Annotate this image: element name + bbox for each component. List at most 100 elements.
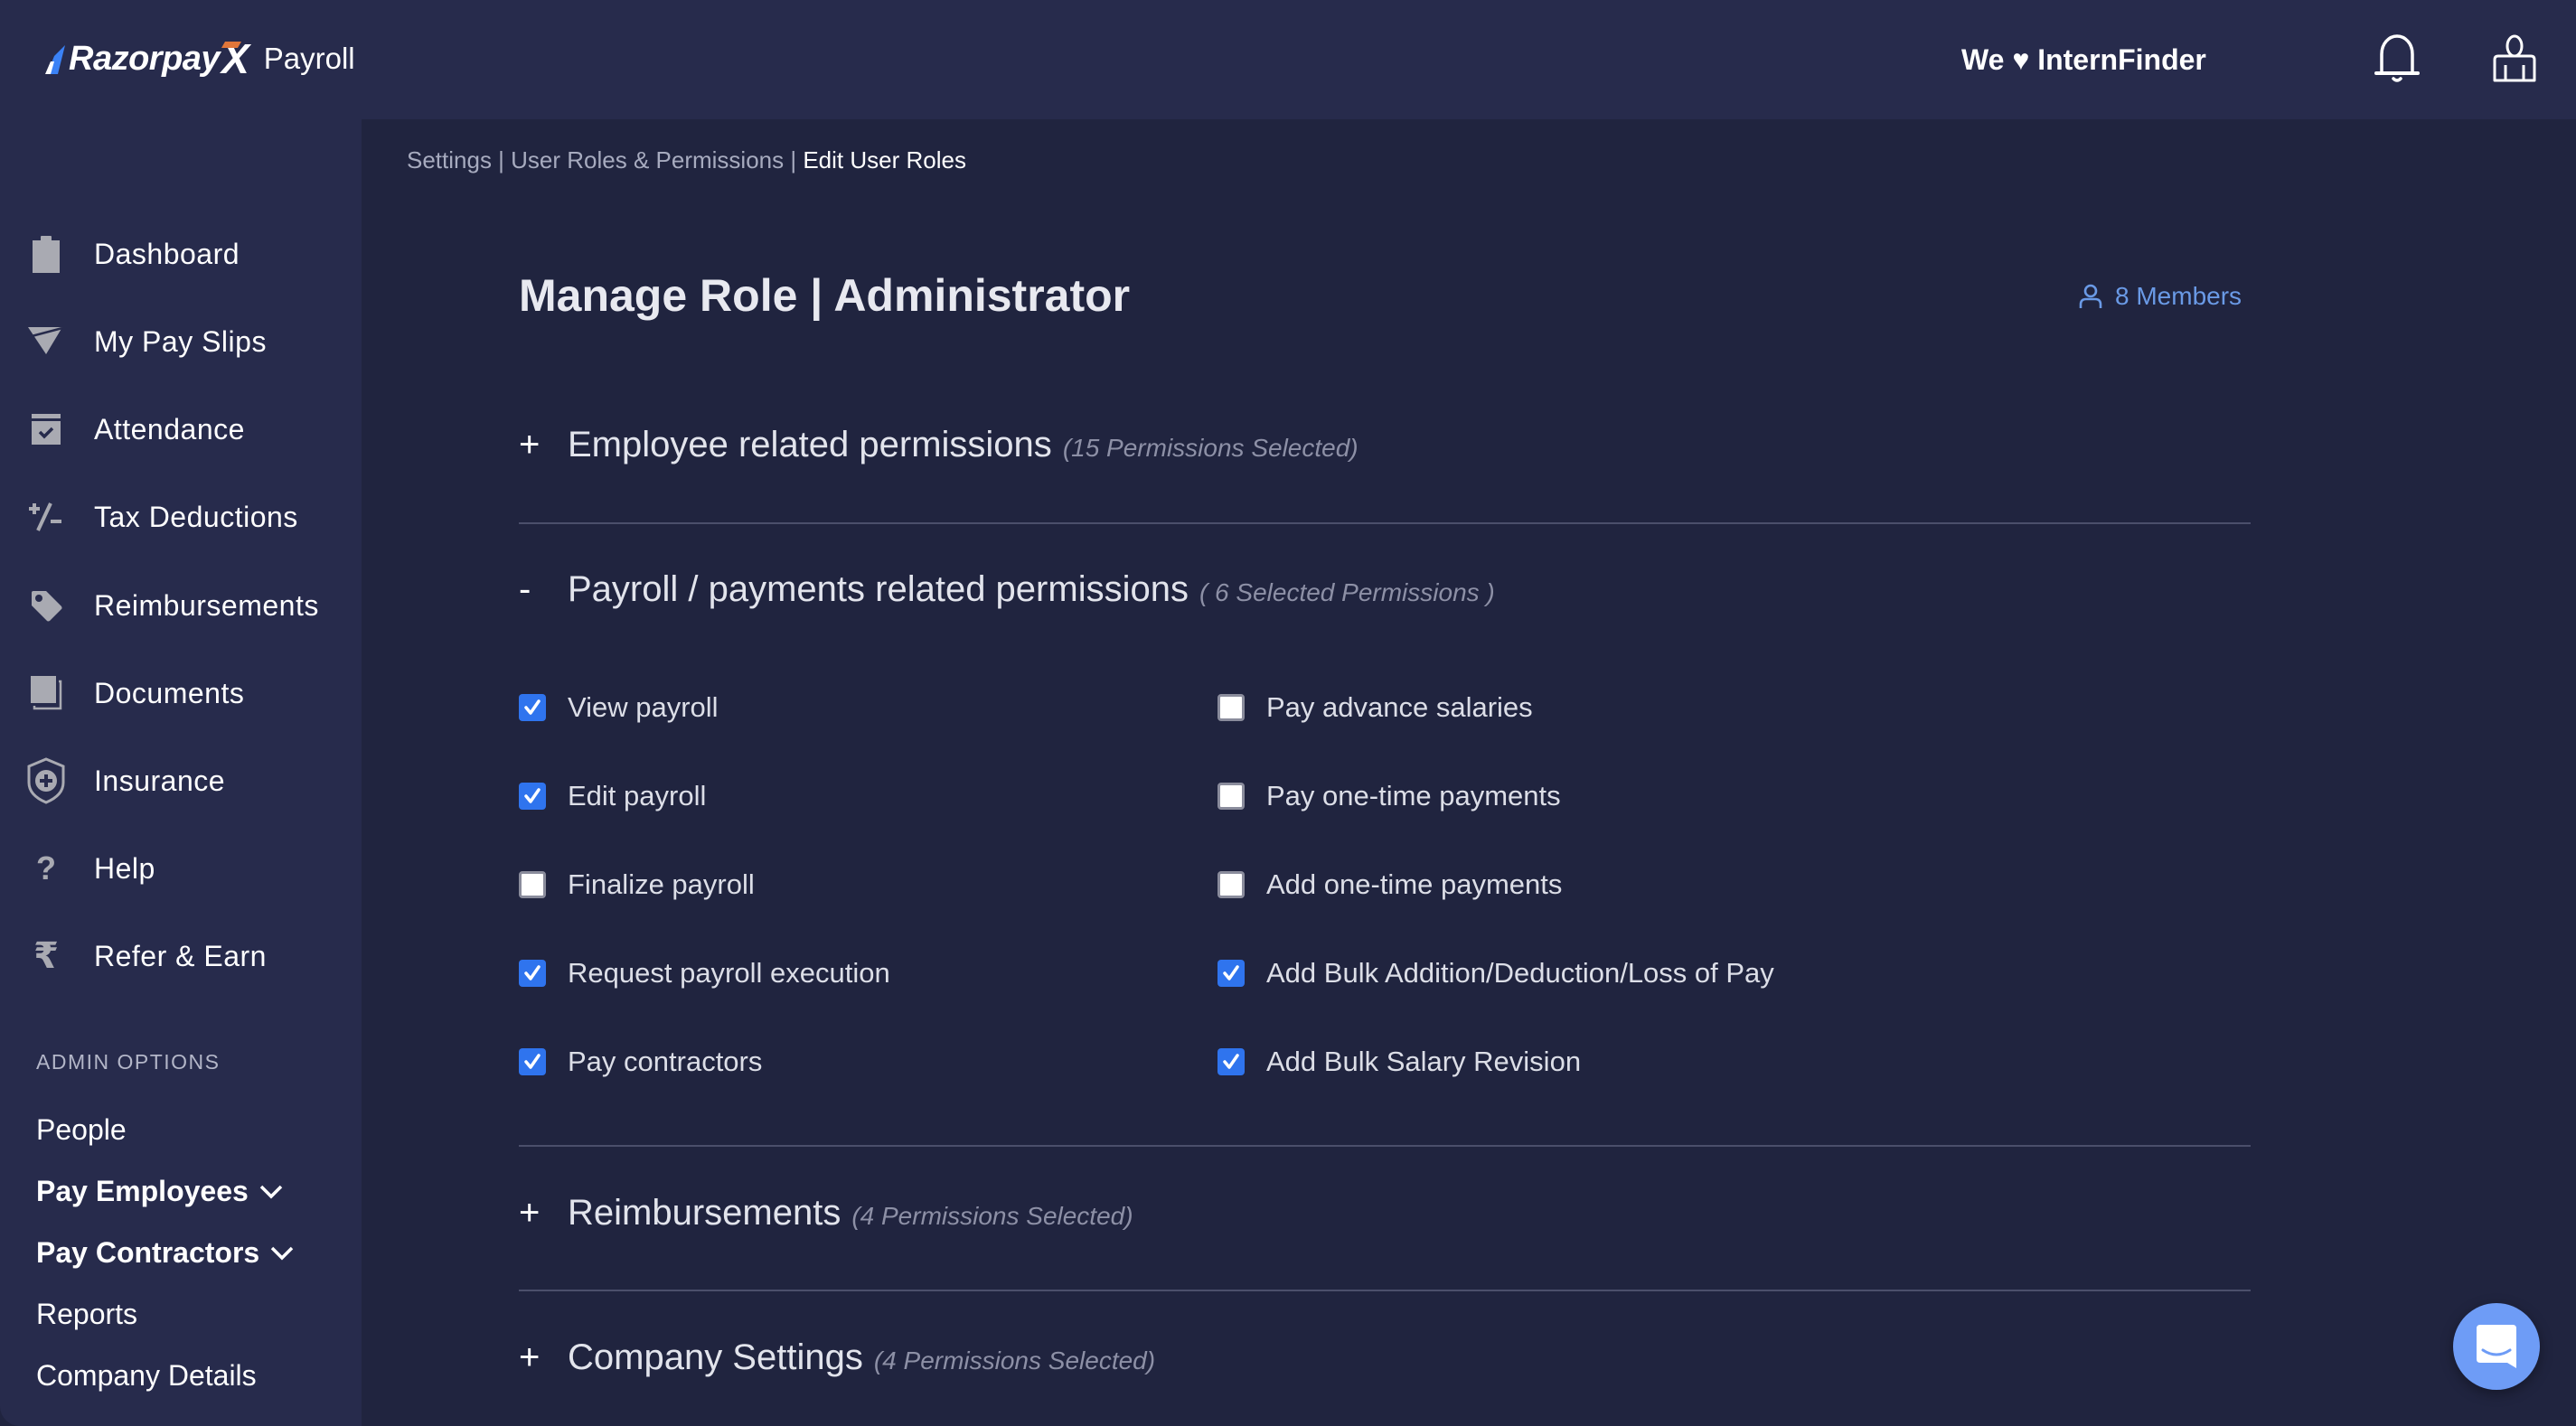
razorpayx-payroll-logo[interactable]: Razorpay X Payroll	[45, 35, 355, 82]
checkbox-checked[interactable]	[519, 783, 546, 810]
sidebar: Dashboard My Pay Slips Attendance Tax De…	[0, 119, 362, 1426]
breadcrumb: Settings | User Roles & Permissions | Ed…	[407, 146, 966, 174]
divider	[519, 1145, 2251, 1147]
chat-icon	[2477, 1325, 2516, 1368]
sidebar-label: Refer & Earn	[94, 939, 267, 972]
divider	[519, 1290, 2251, 1291]
section-title: Employee related permissions	[568, 425, 1052, 464]
breadcrumb-current: Edit User Roles	[803, 146, 966, 174]
section-count: (15 Permissions Selected)	[1062, 434, 1359, 462]
checkmark-icon	[524, 1054, 541, 1069]
admin-item-label: Pay Contractors	[36, 1236, 260, 1269]
permission-label: Add one-time payments	[1266, 868, 1563, 900]
permission-label: Pay one-time payments	[1266, 780, 1561, 812]
permission-item[interactable]: Add one-time payments	[1217, 862, 1562, 907]
sidebar-label: Dashboard	[94, 237, 240, 270]
brand-name: Razorpay	[69, 39, 221, 78]
sidebar-item-attendance[interactable]: Attendance	[0, 398, 362, 461]
members-link[interactable]: 8 Members	[2079, 282, 2242, 311]
section-payroll-permissions[interactable]: - Payroll / payments related permissions…	[519, 569, 2251, 610]
checkbox-unchecked[interactable]	[519, 871, 546, 898]
checkbox-checked[interactable]	[519, 1048, 546, 1075]
sidebar-item-tax-deductions[interactable]: Tax Deductions	[0, 485, 362, 549]
page-title: Manage Role | Administrator	[519, 270, 1131, 321]
sidebar-item-refer-earn[interactable]: ₹ Refer & Earn	[0, 924, 362, 988]
paper-plane-icon	[25, 321, 67, 362]
question-icon: ?	[36, 849, 56, 887]
admin-item-reports[interactable]: Reports	[36, 1298, 137, 1331]
sidebar-item-help[interactable]: ? Help	[0, 837, 362, 900]
section-title: Payroll / payments related permissions	[568, 569, 1189, 609]
permission-item[interactable]: Pay contractors	[519, 1039, 762, 1084]
admin-item-pay-contractors[interactable]: Pay Contractors	[36, 1236, 294, 1270]
members-count: 8 Members	[2115, 282, 2242, 310]
permission-item[interactable]: Add Bulk Addition/Deduction/Loss of Pay	[1217, 951, 1774, 996]
plus-minus-icon	[25, 496, 67, 538]
chevron-down-icon	[259, 1185, 283, 1198]
permission-item[interactable]: Pay one-time payments	[1217, 774, 1561, 819]
expand-toggle[interactable]: +	[519, 1193, 568, 1234]
section-employee-permissions[interactable]: + Employee related permissions (15 Permi…	[519, 425, 2251, 465]
admin-item-label: Pay Employees	[36, 1175, 249, 1207]
sidebar-label: Documents	[94, 676, 245, 709]
top-bar: Razorpay X Payroll We ♥ InternFinder	[0, 0, 2576, 119]
permission-item[interactable]: Edit payroll	[519, 774, 706, 819]
admin-item-pay-employees[interactable]: Pay Employees	[36, 1175, 283, 1208]
chevron-down-icon	[270, 1246, 294, 1260]
checkbox-checked[interactable]	[1217, 960, 1245, 987]
permission-item[interactable]: Request payroll execution	[519, 951, 890, 996]
rupee-icon: ₹	[33, 935, 59, 977]
checkmark-icon	[1223, 1054, 1239, 1069]
razorpay-logo-icon	[45, 45, 65, 74]
checkmark-icon	[524, 699, 541, 715]
shield-plus-icon	[25, 757, 67, 804]
section-title: Reimbursements	[568, 1193, 841, 1233]
admin-item-label: Company Details	[36, 1359, 257, 1392]
admin-item-label: People	[36, 1113, 127, 1146]
permission-label: Pay contractors	[568, 1046, 763, 1077]
sidebar-label: My Pay Slips	[94, 324, 267, 358]
sidebar-label: Tax Deductions	[94, 500, 298, 533]
checkmark-icon	[524, 965, 541, 980]
chat-button[interactable]	[2453, 1303, 2540, 1390]
checkbox-unchecked[interactable]	[1217, 871, 1245, 898]
checkbox-checked[interactable]	[519, 960, 546, 987]
section-count: (4 Permissions Selected)	[851, 1202, 1133, 1230]
permission-item[interactable]: Pay advance salaries	[1217, 685, 1533, 730]
expand-toggle[interactable]: +	[519, 425, 568, 465]
bell-icon[interactable]	[2373, 33, 2421, 85]
admin-item-company-details[interactable]: Company Details	[36, 1359, 257, 1393]
checkbox-checked[interactable]	[519, 694, 546, 721]
divider	[519, 522, 2251, 524]
user-icon	[2079, 284, 2102, 308]
checkbox-unchecked[interactable]	[1217, 694, 1245, 721]
permission-item[interactable]: Add Bulk Salary Revision	[1217, 1039, 1581, 1084]
collapse-toggle[interactable]: -	[519, 569, 568, 610]
admin-item-people[interactable]: People	[36, 1113, 127, 1147]
section-title: Company Settings	[568, 1337, 863, 1377]
permission-item[interactable]: View payroll	[519, 685, 719, 730]
sidebar-item-documents[interactable]: Documents	[0, 661, 362, 725]
section-reimbursements[interactable]: + Reimbursements (4 Permissions Selected…	[519, 1193, 2251, 1234]
sidebar-label: Insurance	[94, 764, 226, 797]
checkbox-checked[interactable]	[1217, 1048, 1245, 1075]
permission-label: View payroll	[568, 691, 719, 723]
permission-label: Request payroll execution	[568, 957, 890, 989]
expand-toggle[interactable]: +	[519, 1337, 568, 1378]
permission-item[interactable]: Finalize payroll	[519, 862, 755, 907]
admin-options-heading: ADMIN OPTIONS	[36, 1050, 221, 1074]
sidebar-label: Attendance	[94, 412, 245, 446]
sidebar-item-my-pay-slips[interactable]: My Pay Slips	[0, 310, 362, 373]
breadcrumb-path[interactable]: Settings | User Roles & Permissions |	[407, 146, 803, 174]
sidebar-item-dashboard[interactable]: Dashboard	[0, 222, 362, 286]
product-name: Payroll	[263, 42, 355, 75]
sidebar-label: Help	[94, 851, 155, 885]
sidebar-label: Reimbursements	[94, 588, 319, 622]
sidebar-item-insurance[interactable]: Insurance	[0, 749, 362, 812]
profile-icon[interactable]	[2489, 33, 2540, 83]
sidebar-item-reimbursements[interactable]: Reimbursements	[0, 574, 362, 637]
company-name: We ♥ InternFinder	[1961, 43, 2206, 76]
section-company-settings[interactable]: + Company Settings (4 Permissions Select…	[519, 1337, 2251, 1378]
checkbox-unchecked[interactable]	[1217, 783, 1245, 810]
checkmark-icon	[1223, 965, 1239, 980]
